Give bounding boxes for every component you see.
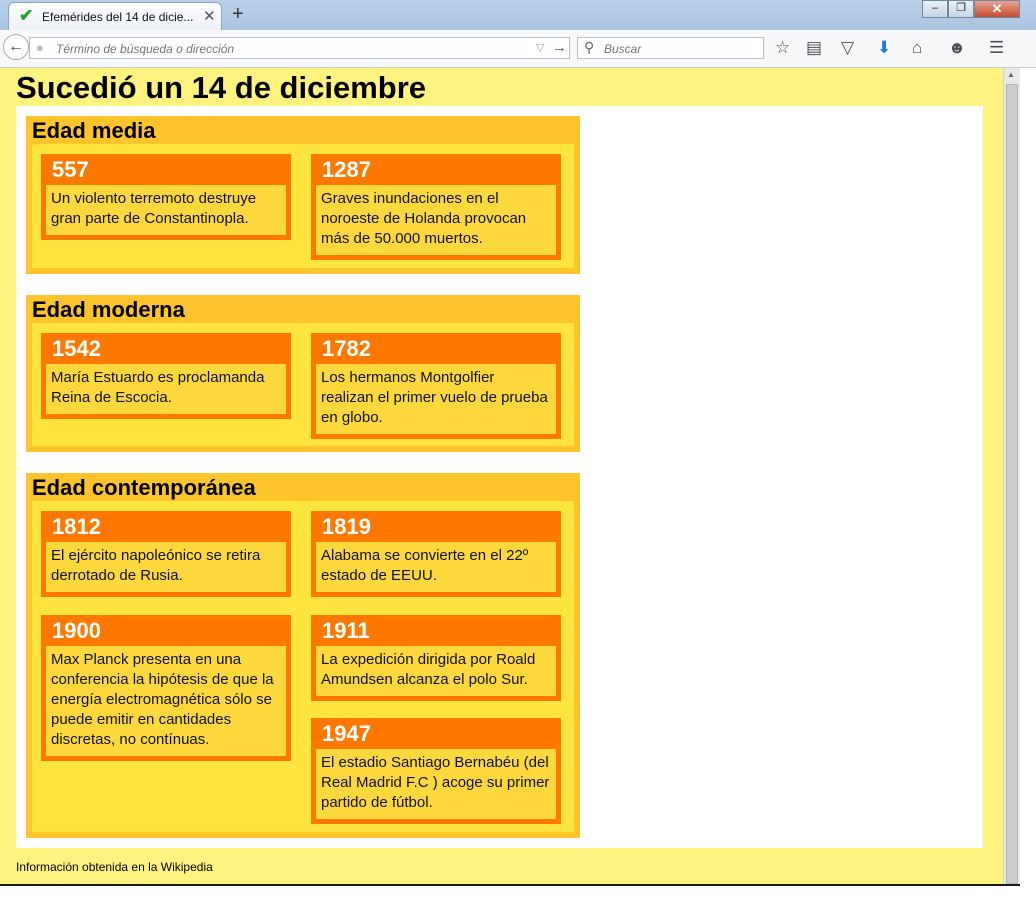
event-year: 1900 xyxy=(52,618,101,643)
new-tab-button[interactable]: + xyxy=(232,3,244,26)
globe-icon: ● xyxy=(36,40,44,55)
go-arrow-icon[interactable]: → xyxy=(552,39,567,56)
checkmark-favicon-icon: ✔ xyxy=(19,6,34,25)
scrollbar-thumb[interactable] xyxy=(1006,84,1018,884)
page-title: Sucedió un 14 de diciembre xyxy=(16,70,427,105)
era-section-modern: Edad moderna 1542 María Estuardo es proc… xyxy=(26,295,580,452)
minimize-button[interactable]: – xyxy=(922,0,948,18)
event-year: 1287 xyxy=(322,157,371,182)
navigation-toolbar: ← ● ▽ → ⚲ ☆ ▤ ▽ ⬇ ⌂ ☻ ☰ xyxy=(0,30,1036,68)
chat-icon[interactable]: ☻ xyxy=(948,38,966,58)
window-controls: – ❐ ✕ xyxy=(922,0,1020,20)
url-bar[interactable]: ● ▽ → xyxy=(29,37,570,59)
event-card: 1812 El ejército napoleónico se retira d… xyxy=(41,511,291,597)
era-body: 1812 El ejército napoleónico se retira d… xyxy=(32,501,574,832)
event-text: Un violento terremoto destruye gran part… xyxy=(46,185,286,235)
download-icon[interactable]: ⬇ xyxy=(877,38,891,58)
home-icon[interactable]: ⌂ xyxy=(912,38,922,58)
tab-title: Efemérides del 14 de dicie... xyxy=(42,10,194,24)
event-text: Los hermanos Montgolfier realizan el pri… xyxy=(316,364,556,434)
search-icon: ⚲ xyxy=(584,39,595,55)
close-window-button[interactable]: ✕ xyxy=(974,0,1020,18)
event-year: 1911 xyxy=(322,618,370,643)
content-area: Edad media 557 Un violento terremoto des… xyxy=(16,106,983,848)
era-section-contemporary: Edad contemporánea 1812 El ejército napo… xyxy=(26,473,580,838)
close-tab-icon[interactable]: ✕ xyxy=(203,7,216,25)
event-card: 557 Un violento terremoto destruye gran … xyxy=(41,154,291,240)
tab-strip: ✔ Efemérides del 14 de dicie... ✕ + – ❐ … xyxy=(0,0,1036,30)
event-card: 1911 La expedición dirigida por Roald Am… xyxy=(311,615,561,701)
maximize-button[interactable]: ❐ xyxy=(948,0,974,18)
search-input[interactable] xyxy=(602,40,761,58)
era-title: Edad moderna xyxy=(32,297,185,322)
search-bar[interactable]: ⚲ xyxy=(577,37,764,59)
hamburger-menu-icon[interactable]: ☰ xyxy=(989,38,1004,58)
scroll-up-arrow-icon[interactable]: ▲ xyxy=(1007,70,1015,79)
event-year: 1542 xyxy=(52,336,101,361)
era-section-medieval: Edad media 557 Un violento terremoto des… xyxy=(26,116,580,274)
event-year: 1812 xyxy=(52,514,101,539)
era-body: 557 Un violento terremoto destruye gran … xyxy=(32,144,574,268)
reading-list-icon[interactable]: ▤ xyxy=(806,38,822,58)
event-text: María Estuardo es proclamanda Reina de E… xyxy=(46,364,286,414)
era-body: 1542 María Estuardo es proclamanda Reina… xyxy=(32,323,574,446)
dropdown-icon[interactable]: ▽ xyxy=(536,41,544,54)
page-viewport: Sucedió un 14 de diciembre Edad media 55… xyxy=(0,68,1020,886)
event-year: 557 xyxy=(52,157,89,182)
event-text: Graves inundaciones en el noroeste de Ho… xyxy=(316,185,556,255)
event-text: Alabama se convierte en el 22º estado de… xyxy=(316,542,556,592)
event-card: 1900 Max Planck presenta en una conferen… xyxy=(41,615,291,761)
era-title: Edad media xyxy=(32,118,156,143)
event-card: 1287 Graves inundaciones en el noroeste … xyxy=(311,154,561,260)
back-arrow-icon[interactable]: ← xyxy=(3,34,29,60)
event-year: 1782 xyxy=(322,336,371,361)
event-year: 1947 xyxy=(322,721,371,746)
url-input[interactable] xyxy=(54,40,528,58)
event-card: 1947 El estadio Santiago Bernabéu (del R… xyxy=(311,718,561,824)
footer-source-note: Información obtenida en la Wikipedia xyxy=(16,860,213,874)
era-title: Edad contemporánea xyxy=(32,475,256,500)
event-card: 1782 Los hermanos Montgolfier realizan e… xyxy=(311,333,561,439)
event-year: 1819 xyxy=(322,514,371,539)
vertical-scrollbar[interactable]: ▲ xyxy=(1003,68,1020,886)
event-text: El estadio Santiago Bernabéu (del Real M… xyxy=(316,749,556,819)
window-bottom-border xyxy=(0,884,1020,886)
event-card: 1542 María Estuardo es proclamanda Reina… xyxy=(41,333,291,419)
event-text: Max Planck presenta en una conferencia l… xyxy=(46,646,286,756)
active-tab[interactable]: ✔ Efemérides del 14 de dicie... ✕ xyxy=(8,2,222,30)
bookmark-star-icon[interactable]: ☆ xyxy=(775,38,790,58)
event-card: 1819 Alabama se convierte en el 22º esta… xyxy=(311,511,561,597)
event-text: El ejército napoleónico se retira derrot… xyxy=(46,542,286,592)
event-text: La expedición dirigida por Roald Amundse… xyxy=(316,646,556,696)
pocket-icon[interactable]: ▽ xyxy=(841,38,854,58)
